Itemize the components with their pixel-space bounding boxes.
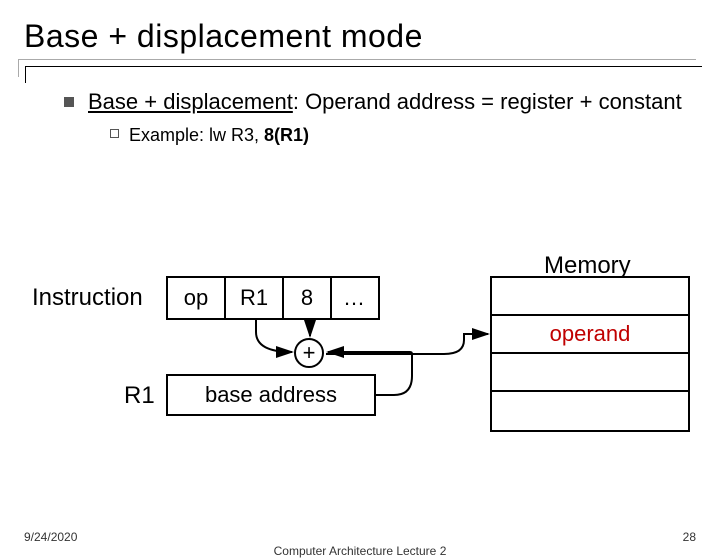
body-text: Base + displacement: Operand address = r… [64,87,696,147]
bullet-definition: : Operand address = register + constant [293,89,682,114]
sub-bullet-item: Example: lw R3, 8(R1) [110,123,696,147]
footer-date: 9/24/2020 [24,530,77,544]
bullet-item: Base + displacement: Operand address = r… [64,87,696,117]
title-block: Base + displacement mode [24,18,696,77]
footer-center: Computer Architecture Lecture 2 [0,544,720,558]
square-bullet-icon [64,97,74,107]
hollow-square-bullet-icon [110,129,119,138]
bullet-text: Base + displacement: Operand address = r… [88,87,682,117]
example-text: Example: lw R3, 8(R1) [129,123,309,147]
slide-title: Base + displacement mode [24,18,696,55]
footer-page-number: 28 [683,530,696,544]
example-bold: 8(R1) [264,125,309,145]
example-label: Example: lw R3, [129,125,264,145]
diagram-arrows [24,260,704,480]
title-underline [18,59,696,77]
bullet-term: Base + displacement [88,89,293,114]
